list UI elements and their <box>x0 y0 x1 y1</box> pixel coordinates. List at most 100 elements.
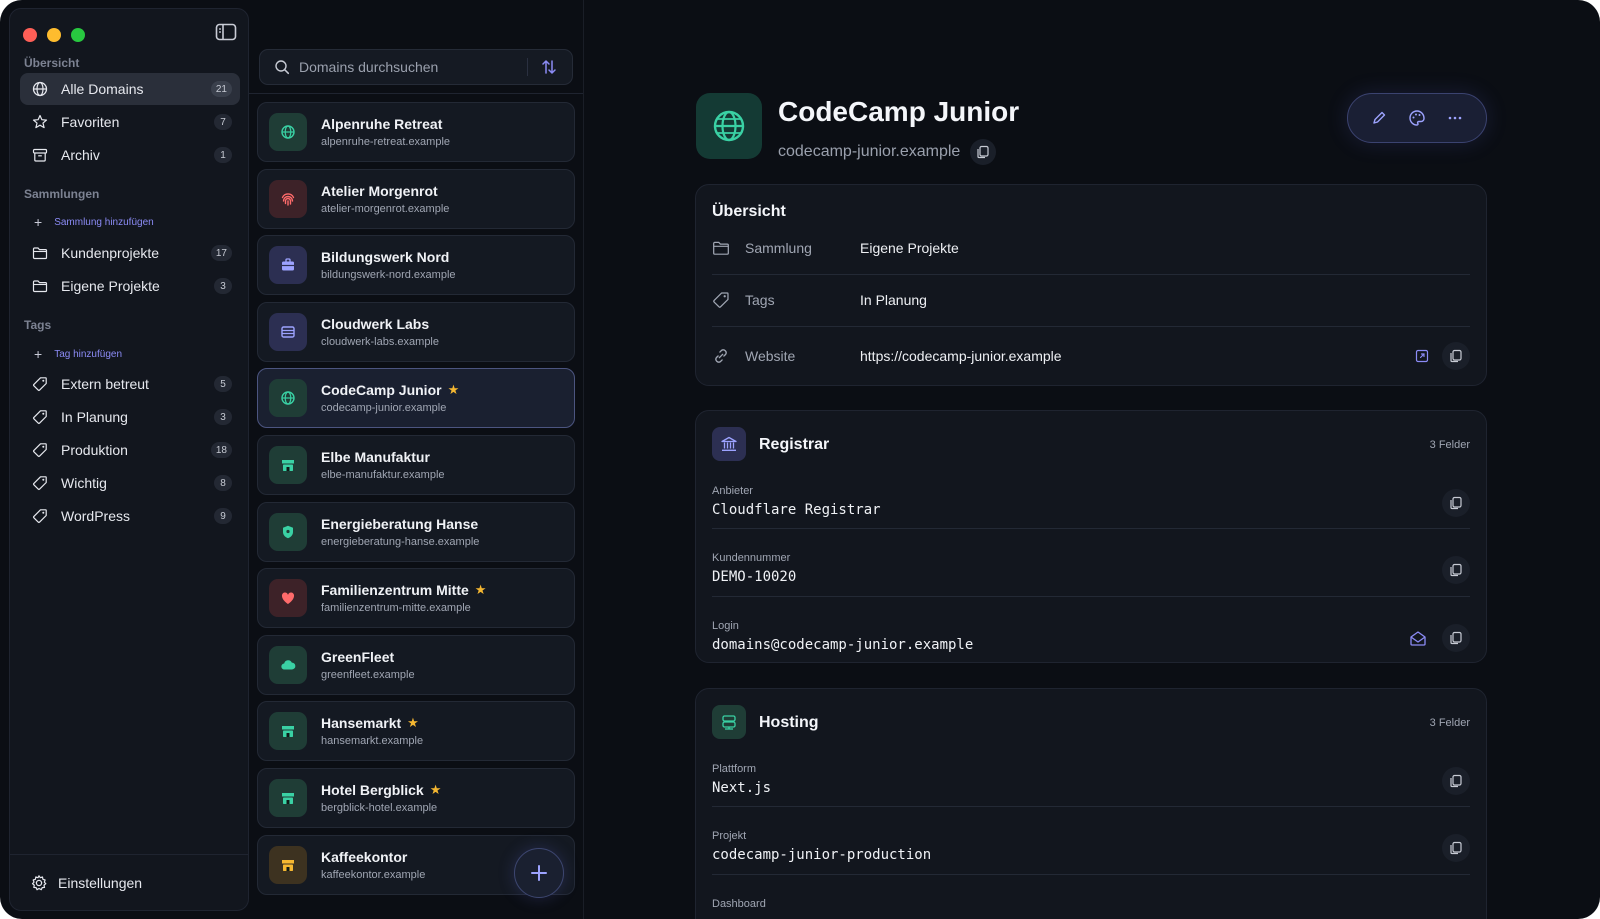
add-collection-button[interactable]: + Sammlung hinzufügen <box>34 214 154 230</box>
sidebar-item-tag[interactable]: Wichtig 8 <box>20 467 240 499</box>
domain-url: atelier-morgenrot.example <box>321 202 450 215</box>
zoom-window-button[interactable] <box>71 28 85 42</box>
sort-icon[interactable] <box>540 58 558 76</box>
page-title: CodeCamp Junior <box>778 96 1020 127</box>
external-link-icon <box>1415 349 1429 363</box>
domain-url: codecamp-junior.example <box>321 402 447 415</box>
domain-name-row: Energieberatung Hanse <box>321 516 479 532</box>
sidebar: Übersicht Alle Domains 21 Favoriten 7 Ar… <box>9 8 249 911</box>
copy-button[interactable] <box>1442 489 1470 517</box>
domain-list-item[interactable]: Hotel Bergblick ★ bergblick-hotel.example <box>257 768 575 828</box>
count-badge: 3 <box>214 409 232 425</box>
tag-icon <box>31 408 49 426</box>
sidebar-item-label: WordPress <box>61 508 130 524</box>
website-link[interactable]: https://codecamp-junior.example <box>860 348 1408 364</box>
hosting-heading: Hosting <box>759 714 819 731</box>
field-label: Kundennummer <box>712 552 791 564</box>
domain-name: Elbe Manufaktur <box>321 449 430 465</box>
tag-icon <box>31 375 49 393</box>
tag-icon <box>31 441 49 459</box>
sidebar-item-tag[interactable]: In Planung 3 <box>20 401 240 433</box>
copy-button[interactable] <box>1442 624 1470 652</box>
domain-url: hansemarkt.example <box>321 735 424 748</box>
sidebar-item-label: Produktion <box>61 442 128 458</box>
send-mail-button[interactable] <box>1404 624 1432 652</box>
search-icon <box>274 59 290 75</box>
cloud-icon <box>269 645 307 684</box>
domain-list-item[interactable]: Familienzentrum Mitte ★ familienzentrum-mi… <box>257 568 575 629</box>
domain-list-item[interactable]: CodeCamp Junior ★ codecamp-junior.example <box>257 368 575 429</box>
pencil-icon <box>1373 111 1386 124</box>
search-input[interactable]: Domains durchsuchen <box>299 59 527 75</box>
copy-website-button[interactable] <box>1442 342 1470 370</box>
domain-list-item[interactable]: Alpenruhe Retreat alpenruhe-retreat.examp… <box>257 102 575 162</box>
overview-panel: Übersicht Sammlung Eigene Projekte Tags … <box>695 184 1487 386</box>
link-icon <box>712 347 730 365</box>
field-value: codecamp-junior-production <box>712 847 932 863</box>
domain-list-item[interactable]: Cloudwerk Labs cloudwerk-labs.example <box>257 301 575 362</box>
add-domain-button[interactable] <box>514 848 564 898</box>
sidebar-item-tag[interactable]: Produktion 18 <box>20 434 240 466</box>
copy-domain-button[interactable] <box>970 139 997 165</box>
sidebar-toggle-icon[interactable] <box>215 23 237 41</box>
section-header-collections: Sammlungen <box>24 187 100 201</box>
copy-icon <box>1450 841 1462 855</box>
domain-list-item[interactable]: Hansemarkt ★ hansemarkt.example <box>257 701 575 762</box>
copy-button[interactable] <box>1442 834 1470 862</box>
add-collection-label: Sammlung hinzufügen <box>54 216 154 228</box>
appearance-button[interactable] <box>1406 107 1428 129</box>
domain-name-row: Elbe Manufaktur <box>321 449 445 465</box>
domain-name-row: Atelier Morgenrot <box>321 183 449 199</box>
domain-name-row: CodeCamp Junior ★ <box>321 382 459 398</box>
add-tag-button[interactable]: + Tag hinzufügen <box>34 346 122 362</box>
domain-name: codecamp-junior.example <box>778 143 961 160</box>
open-website-button[interactable] <box>1408 342 1436 370</box>
domain-list-item[interactable]: Elbe Manufaktur elbe-manufaktur.example <box>257 435 575 495</box>
sidebar-item-tag[interactable]: Extern betreut 5 <box>20 368 240 400</box>
copy-button[interactable] <box>1442 767 1470 795</box>
domain-list-item[interactable]: GreenFleet greenfleet.example <box>257 634 575 695</box>
tag-icon <box>31 474 49 492</box>
hosting-panel: Hosting 3 Felder Plattform Next.js Proje… <box>695 688 1487 919</box>
sidebar-item-collection[interactable]: Eigene Projekte 3 <box>20 270 240 302</box>
domain-list-item[interactable]: Bildungswerk Nord bildungswerk-nord.examp… <box>257 235 575 296</box>
divider <box>527 58 528 76</box>
close-window-button[interactable] <box>23 28 37 42</box>
row-value: Eigene Projekte <box>860 240 959 256</box>
ellipsis-icon <box>1448 116 1462 120</box>
minimize-window-button[interactable] <box>47 28 61 42</box>
domain-url: bildungswerk-nord.example <box>321 269 456 282</box>
row-key: Sammlung <box>745 240 812 256</box>
copy-button[interactable] <box>1442 556 1470 584</box>
domain-name: Atelier Morgenrot <box>321 182 438 199</box>
sidebar-item-archive[interactable]: Archiv 1 <box>20 139 240 171</box>
palette-icon <box>1409 110 1425 126</box>
gear-icon <box>30 874 48 892</box>
sidebar-item-tag[interactable]: WordPress 9 <box>20 500 240 532</box>
globe-icon <box>269 379 307 418</box>
domain-name-row: Familienzentrum Mitte ★ <box>321 582 486 598</box>
domain-list-item[interactable]: Atelier Morgenrot atelier-morgenrot.examp… <box>257 168 575 229</box>
settings-button[interactable]: Einstellungen <box>10 854 248 910</box>
copy-icon <box>1450 496 1462 510</box>
copy-icon <box>1450 774 1462 788</box>
row-value: In Planung <box>860 292 927 308</box>
more-options-button[interactable] <box>1444 107 1466 129</box>
sidebar-item-all-domains[interactable]: Alle Domains 21 <box>20 73 240 105</box>
domain-list-item[interactable]: Energieberatung Hanse energieberatung-han… <box>257 501 575 562</box>
globe-icon <box>31 80 49 98</box>
store-icon <box>269 845 307 884</box>
favorite-star-icon: ★ <box>474 582 487 598</box>
sidebar-item-favorites[interactable]: Favoriten 7 <box>20 106 240 138</box>
sidebar-item-collection[interactable]: Kundenprojekte 17 <box>20 237 240 269</box>
edit-button[interactable] <box>1368 107 1390 129</box>
sidebar-item-label: Eigene Projekte <box>61 278 160 294</box>
domain-avatar <box>696 93 762 159</box>
field-dashboard: Dashboard <box>712 888 1470 919</box>
mail-open-icon <box>1410 631 1426 646</box>
search-bar[interactable]: Domains durchsuchen <box>259 49 573 85</box>
domain-url: cloudwerk-labs.example <box>321 335 439 348</box>
field-count: 3 Felder <box>1429 439 1470 451</box>
field-project: Projekt codecamp-junior-production <box>712 820 1470 886</box>
archive-icon <box>31 146 49 164</box>
